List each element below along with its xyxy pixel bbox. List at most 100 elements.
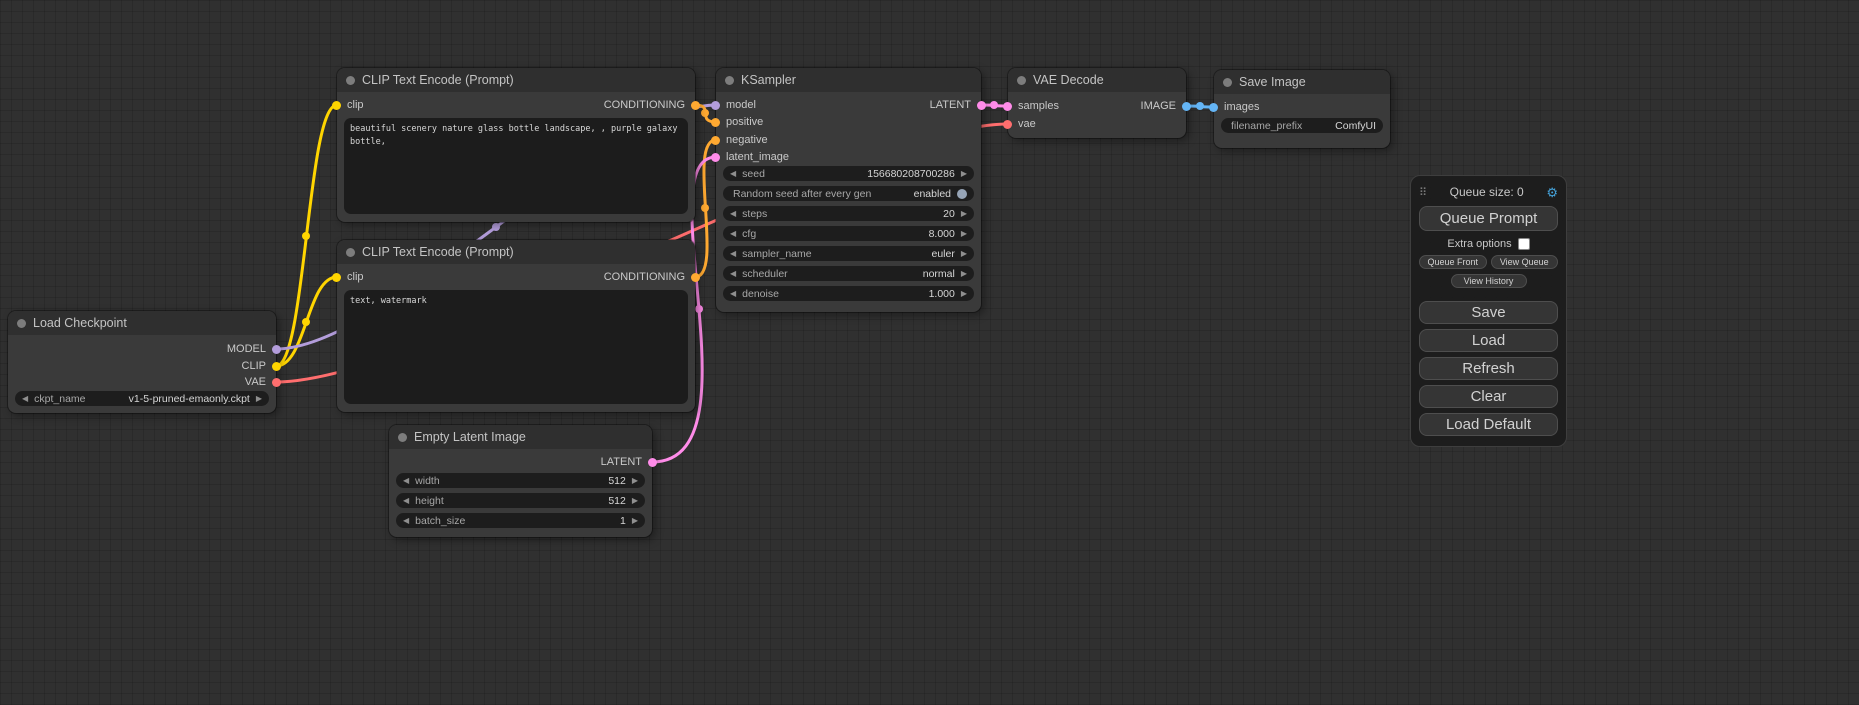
decrement-arrow-icon[interactable]: ◀ — [730, 170, 736, 178]
collapse-dot-icon[interactable] — [725, 76, 734, 85]
input-port-model[interactable]: model — [711, 99, 756, 111]
decrement-arrow-icon[interactable]: ◀ — [403, 517, 409, 525]
node-header[interactable]: KSampler — [716, 68, 981, 92]
clip-port-dot[interactable] — [332, 101, 341, 110]
queue-front-button[interactable]: Queue Front — [1419, 255, 1487, 269]
conditioning-port-dot[interactable] — [691, 273, 700, 282]
next-arrow-icon[interactable]: ▶ — [256, 395, 262, 403]
input-port-samples[interactable]: samples — [1003, 100, 1059, 112]
conditioning-port-dot[interactable] — [691, 101, 700, 110]
node-empty-latent-image[interactable]: Empty Latent Image LATENT ◀ width 512 ▶ … — [389, 425, 652, 537]
collapse-dot-icon[interactable] — [17, 319, 26, 328]
latent-port-dot[interactable] — [648, 458, 657, 467]
input-port-images[interactable]: images — [1209, 101, 1259, 113]
collapse-dot-icon[interactable] — [1017, 76, 1026, 85]
widget-ckpt-name[interactable]: ◀ ckpt_name v1-5-pruned-emaonly.ckpt ▶ — [15, 391, 269, 406]
queue-prompt-button[interactable]: Queue Prompt — [1419, 206, 1558, 231]
decrement-arrow-icon[interactable]: ◀ — [730, 210, 736, 218]
prev-arrow-icon[interactable]: ◀ — [730, 270, 736, 278]
model-port-dot[interactable] — [272, 345, 281, 354]
clear-button[interactable]: Clear — [1419, 385, 1558, 408]
increment-arrow-icon[interactable]: ▶ — [632, 517, 638, 525]
node-ksampler[interactable]: KSampler model positive negative latent_… — [716, 68, 981, 312]
input-port-latent-image[interactable]: latent_image — [711, 151, 789, 163]
collapse-dot-icon[interactable] — [346, 76, 355, 85]
widget-cfg[interactable]: ◀ cfg 8.000 ▶ — [723, 226, 974, 241]
clip-port-dot[interactable] — [272, 362, 281, 371]
decrement-arrow-icon[interactable]: ◀ — [730, 290, 736, 298]
widget-batch-size[interactable]: ◀ batch_size 1 ▶ — [396, 513, 645, 528]
increment-arrow-icon[interactable]: ▶ — [632, 497, 638, 505]
input-port-clip[interactable]: clip — [332, 99, 364, 111]
latent-port-dot[interactable] — [1003, 102, 1012, 111]
latent-port-dot[interactable] — [711, 153, 720, 162]
conditioning-port-dot[interactable] — [711, 118, 720, 127]
node-header[interactable]: CLIP Text Encode (Prompt) — [337, 68, 695, 92]
node-header[interactable]: Save Image — [1214, 70, 1390, 94]
node-save-image[interactable]: Save Image images filename_prefix ComfyU… — [1214, 70, 1390, 148]
widget-sampler-name[interactable]: ◀ sampler_name euler ▶ — [723, 246, 974, 261]
node-header[interactable]: Load Checkpoint — [8, 311, 276, 335]
latent-port-dot[interactable] — [977, 101, 986, 110]
widget-denoise[interactable]: ◀ denoise 1.000 ▶ — [723, 286, 974, 301]
vae-port-dot[interactable] — [1003, 120, 1012, 129]
prompt-textarea[interactable]: text, watermark — [344, 290, 688, 404]
widget-seed[interactable]: ◀ seed 156680208700286 ▶ — [723, 166, 974, 181]
collapse-dot-icon[interactable] — [346, 248, 355, 257]
input-port-clip[interactable]: clip — [332, 271, 364, 283]
prev-arrow-icon[interactable]: ◀ — [730, 250, 736, 258]
view-queue-button[interactable]: View Queue — [1491, 255, 1559, 269]
queue-menu-panel[interactable]: ⠿ Queue size: 0 ⚙ Queue Prompt Extra opt… — [1410, 175, 1567, 447]
increment-arrow-icon[interactable]: ▶ — [961, 170, 967, 178]
next-arrow-icon[interactable]: ▶ — [961, 270, 967, 278]
output-port-image[interactable]: IMAGE — [1141, 100, 1191, 112]
load-button[interactable]: Load — [1419, 329, 1558, 352]
output-port-vae[interactable]: VAE — [245, 376, 281, 388]
conditioning-port-dot[interactable] — [711, 136, 720, 145]
widget-scheduler[interactable]: ◀ scheduler normal ▶ — [723, 266, 974, 281]
settings-gear-icon[interactable]: ⚙ — [1546, 186, 1558, 199]
output-port-latent[interactable]: LATENT — [601, 456, 657, 468]
input-port-negative[interactable]: negative — [711, 134, 768, 146]
node-header[interactable]: CLIP Text Encode (Prompt) — [337, 240, 695, 264]
widget-height[interactable]: ◀ height 512 ▶ — [396, 493, 645, 508]
image-port-dot[interactable] — [1182, 102, 1191, 111]
node-header[interactable]: VAE Decode — [1008, 68, 1186, 92]
view-history-button[interactable]: View History — [1451, 274, 1527, 288]
prompt-textarea[interactable]: beautiful scenery nature glass bottle la… — [344, 118, 688, 214]
increment-arrow-icon[interactable]: ▶ — [961, 290, 967, 298]
input-port-positive[interactable]: positive — [711, 116, 763, 128]
widget-steps[interactable]: ◀ steps 20 ▶ — [723, 206, 974, 221]
increment-arrow-icon[interactable]: ▶ — [961, 210, 967, 218]
increment-arrow-icon[interactable]: ▶ — [632, 477, 638, 485]
graph-canvas[interactable]: Load Checkpoint MODEL CLIP VAE ◀ ckpt_na… — [0, 0, 1859, 705]
save-button[interactable]: Save — [1419, 301, 1558, 324]
output-port-conditioning[interactable]: CONDITIONING — [604, 271, 700, 283]
node-clip-text-encode-negative[interactable]: CLIP Text Encode (Prompt) clip CONDITION… — [337, 240, 695, 412]
toggle-dot-icon[interactable] — [957, 189, 967, 199]
collapse-dot-icon[interactable] — [398, 433, 407, 442]
decrement-arrow-icon[interactable]: ◀ — [730, 230, 736, 238]
decrement-arrow-icon[interactable]: ◀ — [403, 497, 409, 505]
drag-handle-icon[interactable]: ⠿ — [1419, 186, 1427, 199]
widget-random-seed-toggle[interactable]: Random seed after every gen enabled — [723, 186, 974, 201]
increment-arrow-icon[interactable]: ▶ — [961, 230, 967, 238]
prev-arrow-icon[interactable]: ◀ — [22, 395, 28, 403]
decrement-arrow-icon[interactable]: ◀ — [403, 477, 409, 485]
output-port-model[interactable]: MODEL — [227, 343, 281, 355]
node-header[interactable]: Empty Latent Image — [389, 425, 652, 449]
output-port-latent[interactable]: LATENT — [930, 99, 986, 111]
node-clip-text-encode-positive[interactable]: CLIP Text Encode (Prompt) clip CONDITION… — [337, 68, 695, 222]
widget-width[interactable]: ◀ width 512 ▶ — [396, 473, 645, 488]
load-default-button[interactable]: Load Default — [1419, 413, 1558, 436]
extra-options-checkbox[interactable] — [1518, 238, 1530, 250]
node-vae-decode[interactable]: VAE Decode samples vae IMAGE — [1008, 68, 1186, 138]
refresh-button[interactable]: Refresh — [1419, 357, 1558, 380]
image-port-dot[interactable] — [1209, 103, 1218, 112]
model-port-dot[interactable] — [711, 101, 720, 110]
output-port-conditioning[interactable]: CONDITIONING — [604, 99, 700, 111]
widget-filename-prefix[interactable]: filename_prefix ComfyUI — [1221, 118, 1383, 133]
vae-port-dot[interactable] — [272, 378, 281, 387]
collapse-dot-icon[interactable] — [1223, 78, 1232, 87]
node-load-checkpoint[interactable]: Load Checkpoint MODEL CLIP VAE ◀ ckpt_na… — [8, 311, 276, 413]
